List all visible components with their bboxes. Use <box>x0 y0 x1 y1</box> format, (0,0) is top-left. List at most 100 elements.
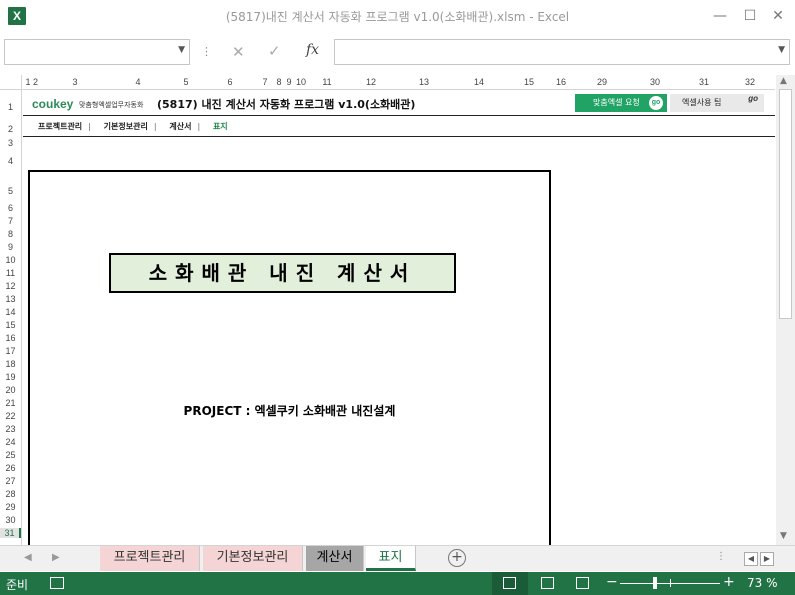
row-header[interactable]: 10 <box>0 255 21 265</box>
scroll-thumb[interactable] <box>779 89 792 319</box>
page-break-icon[interactable] <box>576 577 589 589</box>
nav-link-basic-info[interactable]: 기본정보관리 <box>104 122 148 131</box>
column-header[interactable]: 8 <box>274 77 284 87</box>
column-header[interactable]: 16 <box>550 77 572 87</box>
column-header[interactable]: 11 <box>310 77 344 87</box>
row-header[interactable]: 16 <box>0 333 21 343</box>
column-header[interactable]: 15 <box>508 77 550 87</box>
row-header[interactable]: 14 <box>0 307 21 317</box>
row-header[interactable]: 2 <box>0 124 21 134</box>
insert-function-icon[interactable]: fx <box>306 42 319 58</box>
grid-view-icon <box>503 577 516 589</box>
row-header[interactable]: 23 <box>0 424 21 434</box>
divider <box>23 136 775 137</box>
zoom-level[interactable]: 73 % <box>747 576 778 590</box>
zoom-center-tick <box>670 579 671 587</box>
row-header[interactable]: 12 <box>0 281 21 291</box>
row-header[interactable]: 3 <box>0 138 21 148</box>
column-header[interactable]: 4 <box>108 77 168 87</box>
normal-view-button[interactable] <box>492 572 528 595</box>
column-header[interactable]: 6 <box>204 77 256 87</box>
column-header[interactable]: 12 <box>344 77 398 87</box>
project-name: PROJECT : 엑셀쿠키 소화배관 내진설계 <box>183 404 396 418</box>
select-all-corner[interactable] <box>0 75 22 89</box>
page-layout-icon[interactable] <box>541 577 554 589</box>
custom-excel-request-button[interactable]: 맞춤엑셀 요청 go <box>575 94 667 112</box>
hscroll-right-icon[interactable]: ▶ <box>760 552 774 566</box>
column-header[interactable]: 7 <box>256 77 274 87</box>
column-header[interactable]: 14 <box>450 77 508 87</box>
nav-link-calc[interactable]: 계산서 <box>169 122 191 131</box>
row-header[interactable]: 4 <box>0 156 21 166</box>
column-header[interactable]: 31 <box>678 77 730 87</box>
macro-record-icon[interactable] <box>50 577 64 589</box>
worksheet-grid[interactable]: coukey 맞춤형엑셀업무자동화 (5817) 내진 계산서 자동화 프로그램… <box>23 91 775 545</box>
nav-separator: | <box>153 122 157 131</box>
row-header[interactable]: 18 <box>0 359 21 369</box>
row-header[interactable]: 26 <box>0 463 21 473</box>
enter-icon[interactable]: ✓ <box>268 42 281 60</box>
scroll-down-icon[interactable]: ▼ <box>780 531 787 541</box>
status-bar: 준비 − + 73 % <box>0 572 795 595</box>
nav-separator: | <box>88 122 91 131</box>
chevron-down-icon[interactable]: ▼ <box>178 45 185 55</box>
row-header[interactable]: 28 <box>0 489 21 499</box>
row-header[interactable]: 22 <box>0 411 21 421</box>
row-header[interactable]: 19 <box>0 372 21 382</box>
hscroll-left-icon[interactable]: ◀ <box>744 552 758 566</box>
row-header[interactable]: 5 <box>0 186 21 196</box>
more-options-icon[interactable]: ⋮ <box>716 551 726 562</box>
column-header[interactable]: 13 <box>398 77 450 87</box>
row-header[interactable]: 20 <box>0 385 21 395</box>
zoom-in-icon[interactable]: + <box>723 574 735 590</box>
row-header[interactable]: 6 <box>0 203 21 213</box>
name-box[interactable]: ▼ <box>4 39 190 65</box>
row-header[interactable]: 7 <box>0 216 21 226</box>
row-header[interactable]: 1 <box>0 102 21 112</box>
minimize-icon[interactable]: — <box>710 6 730 26</box>
tab-cover[interactable]: 표지 <box>366 546 416 571</box>
nav-link-cover[interactable]: 표지 <box>213 122 228 131</box>
nav-link-project[interactable]: 프로젝트관리 <box>38 122 82 131</box>
column-header[interactable]: 10 <box>292 77 310 87</box>
column-header[interactable]: 3 <box>42 77 108 87</box>
vertical-scrollbar[interactable]: ▲ ▼ <box>776 75 795 545</box>
column-header[interactable]: 5 <box>168 77 204 87</box>
row-header[interactable]: 27 <box>0 476 21 486</box>
row-header[interactable]: 8 <box>0 229 21 239</box>
row-header[interactable]: 25 <box>0 450 21 460</box>
cancel-icon[interactable]: ✕ <box>232 43 245 61</box>
scroll-up-icon[interactable]: ▲ <box>780 76 787 86</box>
cover-page-frame <box>28 170 551 545</box>
tab-basic-info[interactable]: 기본정보관리 <box>203 546 303 571</box>
column-header[interactable]: 32 <box>730 77 770 87</box>
zoom-slider-thumb[interactable] <box>653 577 657 589</box>
row-header[interactable]: 24 <box>0 437 21 447</box>
row-header[interactable]: 9 <box>0 242 21 252</box>
column-header[interactable]: 2 <box>31 77 40 87</box>
formula-input[interactable]: ▼ <box>334 39 790 65</box>
row-header[interactable]: 11 <box>0 268 21 278</box>
expand-formula-icon[interactable]: ▼ <box>778 45 785 55</box>
row-header[interactable]: 13 <box>0 294 21 304</box>
go-icon: go <box>649 96 663 110</box>
add-sheet-icon[interactable]: + <box>448 549 466 567</box>
row-header[interactable]: 15 <box>0 320 21 330</box>
tab-scroll-left-icon[interactable]: ◀ <box>24 552 32 563</box>
more-options-icon[interactable]: ⋮ <box>201 45 212 58</box>
title-bar: X (5817)내진 계산서 자동화 프로그램 v1.0(소화배관).xlsm … <box>0 0 795 33</box>
row-header[interactable]: 30 <box>0 515 21 525</box>
row-header[interactable]: 21 <box>0 398 21 408</box>
excel-tips-button[interactable]: 엑셀사용 팁 go <box>670 94 764 112</box>
close-icon[interactable]: ✕ <box>768 6 788 26</box>
restore-icon[interactable]: ☐ <box>740 6 760 26</box>
row-header[interactable]: 29 <box>0 502 21 512</box>
row-header-selected[interactable]: 31 <box>0 528 21 538</box>
tab-calc[interactable]: 계산서 <box>306 546 364 571</box>
tab-project[interactable]: 프로젝트관리 <box>100 546 200 571</box>
zoom-out-icon[interactable]: − <box>606 574 618 590</box>
tab-scroll-right-icon[interactable]: ▶ <box>52 552 60 563</box>
row-header[interactable]: 17 <box>0 346 21 356</box>
column-header[interactable]: 30 <box>632 77 678 87</box>
column-header[interactable]: 29 <box>572 77 632 87</box>
